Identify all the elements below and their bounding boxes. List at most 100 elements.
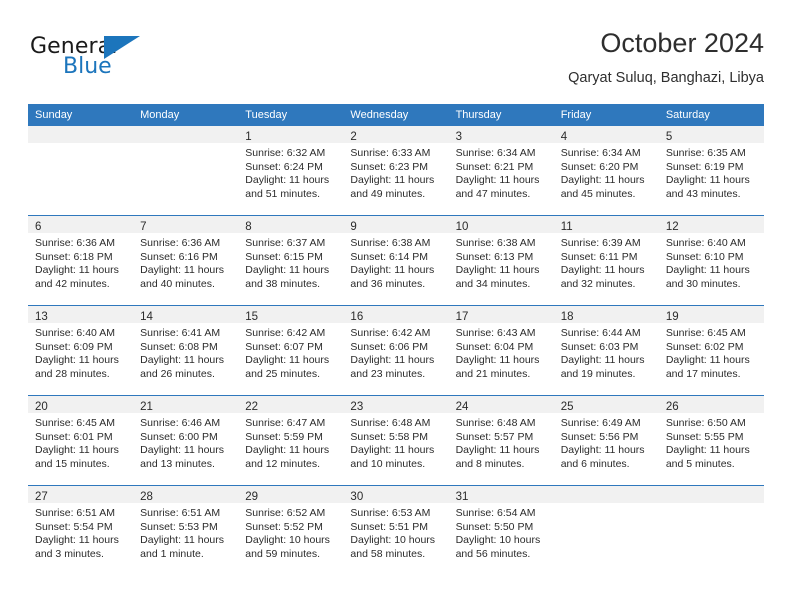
sunset-text: Sunset: 6:14 PM <box>350 250 429 263</box>
day-cell[interactable]: 21 Sunrise: 6:46 AM Sunset: 6:00 PM Dayligh… <box>133 395 239 486</box>
daylight-text: Daylight: 11 hours and 36 minutes. <box>350 264 435 290</box>
sunset-text: Sunset: 6:02 PM <box>665 340 744 353</box>
daylight-text: Daylight: 11 hours and 3 minutes. <box>35 534 119 560</box>
day-cell[interactable]: 8 Sunrise: 6:37 AM Sunset: 6:15 PM Daylight… <box>238 215 344 306</box>
daylight-text: Daylight: 11 hours and 1 minute. <box>140 534 224 560</box>
day-cell[interactable]: 22 Sunrise: 6:47 AM Sunset: 5:59 PM Dayligh… <box>238 395 344 486</box>
weekday-header-sunday: Sunday <box>28 104 134 126</box>
week-row: 27 Sunrise: 6:51 AM Sunset: 5:54 PM Dayligh… <box>28 485 764 575</box>
daylight-text: Daylight: 11 hours and 25 minutes. <box>245 354 330 380</box>
sunset-text: Sunset: 6:08 PM <box>140 340 218 353</box>
day-cell[interactable]: 27 Sunrise: 6:51 AM Sunset: 5:54 PM Dayligh… <box>28 485 134 575</box>
day-number: 28 <box>140 491 153 503</box>
day-cell[interactable]: 1 Sunrise: 6:32 AM Sunset: 6:24 PM Daylight… <box>238 126 344 216</box>
day-cell[interactable]: 29 Sunrise: 6:52 AM Sunset: 5:52 PM Dayligh… <box>238 485 344 575</box>
weekday-header-friday: Friday <box>553 104 659 126</box>
sunset-text: Sunset: 5:52 PM <box>245 520 323 533</box>
day-cell[interactable]: 10 Sunrise: 6:38 AM Sunset: 6:13 PM Dayligh… <box>448 215 554 306</box>
day-cell[interactable]: 7 Sunrise: 6:36 AM Sunset: 6:16 PM Daylight… <box>133 215 239 306</box>
sunset-text: Sunset: 6:01 PM <box>35 430 113 443</box>
day-number: 3 <box>455 131 462 143</box>
page-subtitle: Qaryat Suluq, Banghazi, Libya <box>568 70 764 86</box>
sunrise-text: Sunrise: 6:47 AM <box>245 417 326 429</box>
sunrise-text: Sunrise: 6:38 AM <box>350 237 431 249</box>
page-header: General Blue October 2024 Qaryat Suluq, … <box>28 26 764 96</box>
day-cell[interactable]: 26 Sunrise: 6:50 AM Sunset: 5:55 PM Dayligh… <box>658 395 764 486</box>
daylight-text: Daylight: 11 hours and 26 minutes. <box>140 354 224 380</box>
day-number: 2 <box>350 131 357 143</box>
sunset-text: Sunset: 5:59 PM <box>245 430 323 443</box>
day-cell[interactable]: 28 Sunrise: 6:51 AM Sunset: 5:53 PM Dayligh… <box>133 485 239 575</box>
sunrise-text: Sunrise: 6:54 AM <box>455 507 536 519</box>
daylight-text: Daylight: 11 hours and 8 minutes. <box>455 444 540 470</box>
day-cell[interactable]: 31 Sunrise: 6:54 AM Sunset: 5:50 PM Dayligh… <box>448 485 554 575</box>
daylight-text: Daylight: 11 hours and 51 minutes. <box>245 174 330 200</box>
sunrise-text: Sunrise: 6:45 AM <box>35 417 115 429</box>
title-block: October 2024 Qaryat Suluq, Banghazi, Lib… <box>568 26 764 88</box>
weekday-header-row: Sunday Monday Tuesday Wednesday Thursday… <box>28 104 764 126</box>
day-number: 6 <box>35 221 42 233</box>
day-cell[interactable]: 3 Sunrise: 6:34 AM Sunset: 6:21 PM Daylight… <box>448 126 554 216</box>
day-cell[interactable] <box>658 485 764 575</box>
day-number: 27 <box>35 491 48 503</box>
sunrise-text: Sunrise: 6:53 AM <box>350 507 431 519</box>
daylight-text: Daylight: 11 hours and 6 minutes. <box>560 444 645 470</box>
page-title: October 2024 <box>600 28 764 58</box>
day-cell[interactable]: 13 Sunrise: 6:40 AM Sunset: 6:09 PM Dayligh… <box>28 305 134 396</box>
daylight-text: Daylight: 11 hours and 38 minutes. <box>245 264 330 290</box>
day-number: 15 <box>245 311 259 323</box>
sunrise-text: Sunrise: 6:43 AM <box>455 327 536 339</box>
sunrise-text: Sunrise: 6:45 AM <box>665 327 746 339</box>
day-cell[interactable]: 23 Sunrise: 6:48 AM Sunset: 5:58 PM Dayligh… <box>343 395 449 486</box>
day-cell[interactable]: 16 Sunrise: 6:42 AM Sunset: 6:06 PM Dayligh… <box>343 305 449 396</box>
week-row: 20 Sunrise: 6:45 AM Sunset: 6:01 PM Dayligh… <box>28 395 764 486</box>
day-cell[interactable] <box>28 126 134 216</box>
day-cell[interactable]: 5 Sunrise: 6:35 AM Sunset: 6:19 PM Daylight… <box>658 126 764 216</box>
sunrise-text: Sunrise: 6:40 AM <box>665 237 746 249</box>
day-number: 11 <box>560 221 573 233</box>
day-cell[interactable] <box>553 485 659 575</box>
sunrise-text: Sunrise: 6:52 AM <box>245 507 326 519</box>
day-cell[interactable]: 15 Sunrise: 6:42 AM Sunset: 6:07 PM Dayligh… <box>238 305 344 396</box>
daylight-text: Daylight: 11 hours and 17 minutes. <box>665 354 750 380</box>
sunrise-text: Sunrise: 6:37 AM <box>245 237 326 249</box>
weekday-header-saturday: Saturday <box>658 104 764 126</box>
day-cell[interactable]: 4 Sunrise: 6:34 AM Sunset: 6:20 PM Daylight… <box>553 126 659 216</box>
day-cell[interactable]: 18 Sunrise: 6:44 AM Sunset: 6:03 PM Dayligh… <box>553 305 659 396</box>
daylight-text: Daylight: 11 hours and 30 minutes. <box>665 264 750 290</box>
day-number: 23 <box>350 401 364 413</box>
daylight-text: Daylight: 11 hours and 21 minutes. <box>455 354 540 380</box>
week-row: 6 Sunrise: 6:36 AM Sunset: 6:18 PM Daylight… <box>28 215 764 306</box>
day-cell[interactable]: 11 Sunrise: 6:39 AM Sunset: 6:11 PM Dayligh… <box>553 215 659 306</box>
day-cell[interactable]: 19 Sunrise: 6:45 AM Sunset: 6:02 PM Dayligh… <box>658 305 764 396</box>
day-cell[interactable]: 17 Sunrise: 6:43 AM Sunset: 6:04 PM Dayligh… <box>448 305 554 396</box>
day-cell[interactable]: 14 Sunrise: 6:41 AM Sunset: 6:08 PM Dayligh… <box>133 305 239 396</box>
daylight-text: Daylight: 11 hours and 19 minutes. <box>560 354 645 380</box>
day-number: 26 <box>665 401 679 413</box>
sunset-text: Sunset: 6:13 PM <box>455 250 534 263</box>
weekday-header-tuesday: Tuesday <box>238 104 344 126</box>
sunset-text: Sunset: 6:04 PM <box>455 340 534 353</box>
daylight-text: Daylight: 10 hours and 56 minutes. <box>455 534 541 560</box>
sunset-text: Sunset: 5:51 PM <box>350 520 429 533</box>
sunset-text: Sunset: 6:03 PM <box>560 340 639 353</box>
day-cell[interactable]: 20 Sunrise: 6:45 AM Sunset: 6:01 PM Dayligh… <box>28 395 134 486</box>
day-cell[interactable]: 6 Sunrise: 6:36 AM Sunset: 6:18 PM Daylight… <box>28 215 134 306</box>
sunset-text: Sunset: 5:57 PM <box>455 430 534 443</box>
day-number: 9 <box>350 221 357 233</box>
day-cell[interactable]: 12 Sunrise: 6:40 AM Sunset: 6:10 PM Dayligh… <box>658 215 764 306</box>
calendar-page: General Blue October 2024 Qaryat Suluq, … <box>0 0 792 612</box>
day-number: 22 <box>245 401 259 413</box>
sunset-text: Sunset: 6:11 PM <box>560 250 638 263</box>
day-number: 31 <box>455 491 469 503</box>
generalblue-logo[interactable]: General Blue <box>30 34 190 86</box>
day-cell[interactable]: 2 Sunrise: 6:33 AM Sunset: 6:23 PM Daylight… <box>343 126 449 216</box>
sunset-text: Sunset: 5:50 PM <box>455 520 534 533</box>
day-number: 7 <box>140 221 147 233</box>
day-cell[interactable]: 25 Sunrise: 6:49 AM Sunset: 5:56 PM Dayligh… <box>553 395 659 486</box>
day-cell[interactable]: 9 Sunrise: 6:38 AM Sunset: 6:14 PM Daylight… <box>343 215 449 306</box>
day-cell[interactable]: 24 Sunrise: 6:48 AM Sunset: 5:57 PM Dayligh… <box>448 395 554 486</box>
day-cell[interactable] <box>133 126 239 216</box>
sunset-text: Sunset: 6:09 PM <box>35 340 113 353</box>
day-cell[interactable]: 30 Sunrise: 6:53 AM Sunset: 5:51 PM Dayligh… <box>343 485 449 575</box>
